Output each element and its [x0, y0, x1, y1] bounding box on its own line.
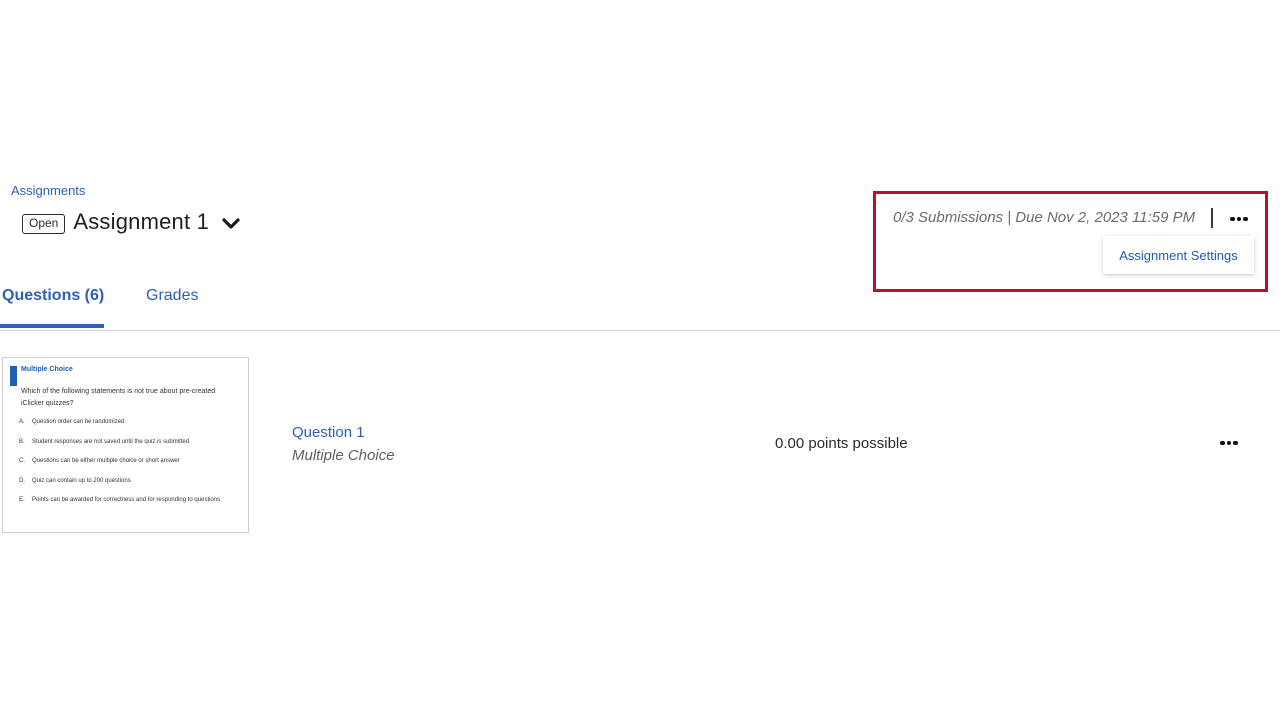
tab-questions[interactable]: Questions (6): [2, 287, 104, 305]
question-more-options-icon[interactable]: [1218, 435, 1240, 451]
thumbnail-question-text: Which of the following statements is not…: [21, 388, 216, 407]
page-title: Assignment 1: [73, 209, 210, 234]
thumbnail-option-text: Quiz can contain up to 200 questions: [32, 477, 131, 484]
thumbnail-option-letter: B.: [19, 438, 25, 445]
thumbnail-option-letter: D.: [19, 477, 25, 484]
thumbnail-question-type: Multiple Choice: [21, 366, 73, 373]
assignment-page: Assignments Open Assignment 1 0/3 Submis…: [0, 0, 1280, 720]
thumbnail-option-text: Question order can be randomized: [32, 419, 125, 425]
thumbnail-option-text: Points can be awarded for correctness an…: [32, 497, 221, 503]
assignment-tabs: Questions (6) Grades: [0, 275, 1280, 331]
status-badge: Open: [22, 214, 66, 234]
thumbnail-option: C. Questions can be either multiple choi…: [19, 458, 244, 478]
thumbnail-option-text: Student responses are not saved until th…: [32, 438, 190, 445]
thumbnail-option-letter: A.: [19, 419, 25, 425]
breadcrumb-assignments[interactable]: Assignments: [11, 183, 85, 198]
thumbnail-option-letter: C.: [19, 458, 25, 464]
meta-divider: [1211, 208, 1213, 228]
question-thumbnail[interactable]: Multiple Choice Which of the following s…: [2, 357, 249, 533]
assignment-header: Open Assignment 1: [22, 206, 241, 238]
submissions-due-info: 0/3 Submissions | Due Nov 2, 2023 11:59 …: [893, 209, 1196, 226]
thumbnail-option: E. Points can be awarded for correctness…: [19, 497, 244, 517]
question-type: Multiple Choice: [292, 447, 395, 464]
active-tab-indicator: [0, 324, 104, 328]
question-points: 0.00 points possible: [775, 435, 908, 452]
assignment-options-menu: Assignment Settings: [1103, 236, 1254, 274]
thumbnail-option: D. Quiz can contain up to 200 questions: [19, 478, 244, 498]
chevron-down-icon[interactable]: [221, 214, 241, 234]
thumbnail-option: A. Question order can be randomized: [19, 419, 244, 439]
thumbnail-accent-bar: [10, 366, 17, 386]
thumbnail-option-text: Questions can be either multiple choice …: [32, 458, 180, 464]
more-options-icon[interactable]: [1228, 211, 1250, 227]
thumbnail-option: B. Student responses are not saved until…: [19, 439, 244, 459]
assignment-settings-menu-item[interactable]: Assignment Settings: [1119, 248, 1238, 263]
thumbnail-options: A. Question order can be randomized B. S…: [19, 419, 244, 517]
thumbnail-option-letter: E.: [19, 497, 25, 503]
question-title-link[interactable]: Question 1: [292, 424, 365, 441]
tab-grades[interactable]: Grades: [146, 287, 198, 305]
